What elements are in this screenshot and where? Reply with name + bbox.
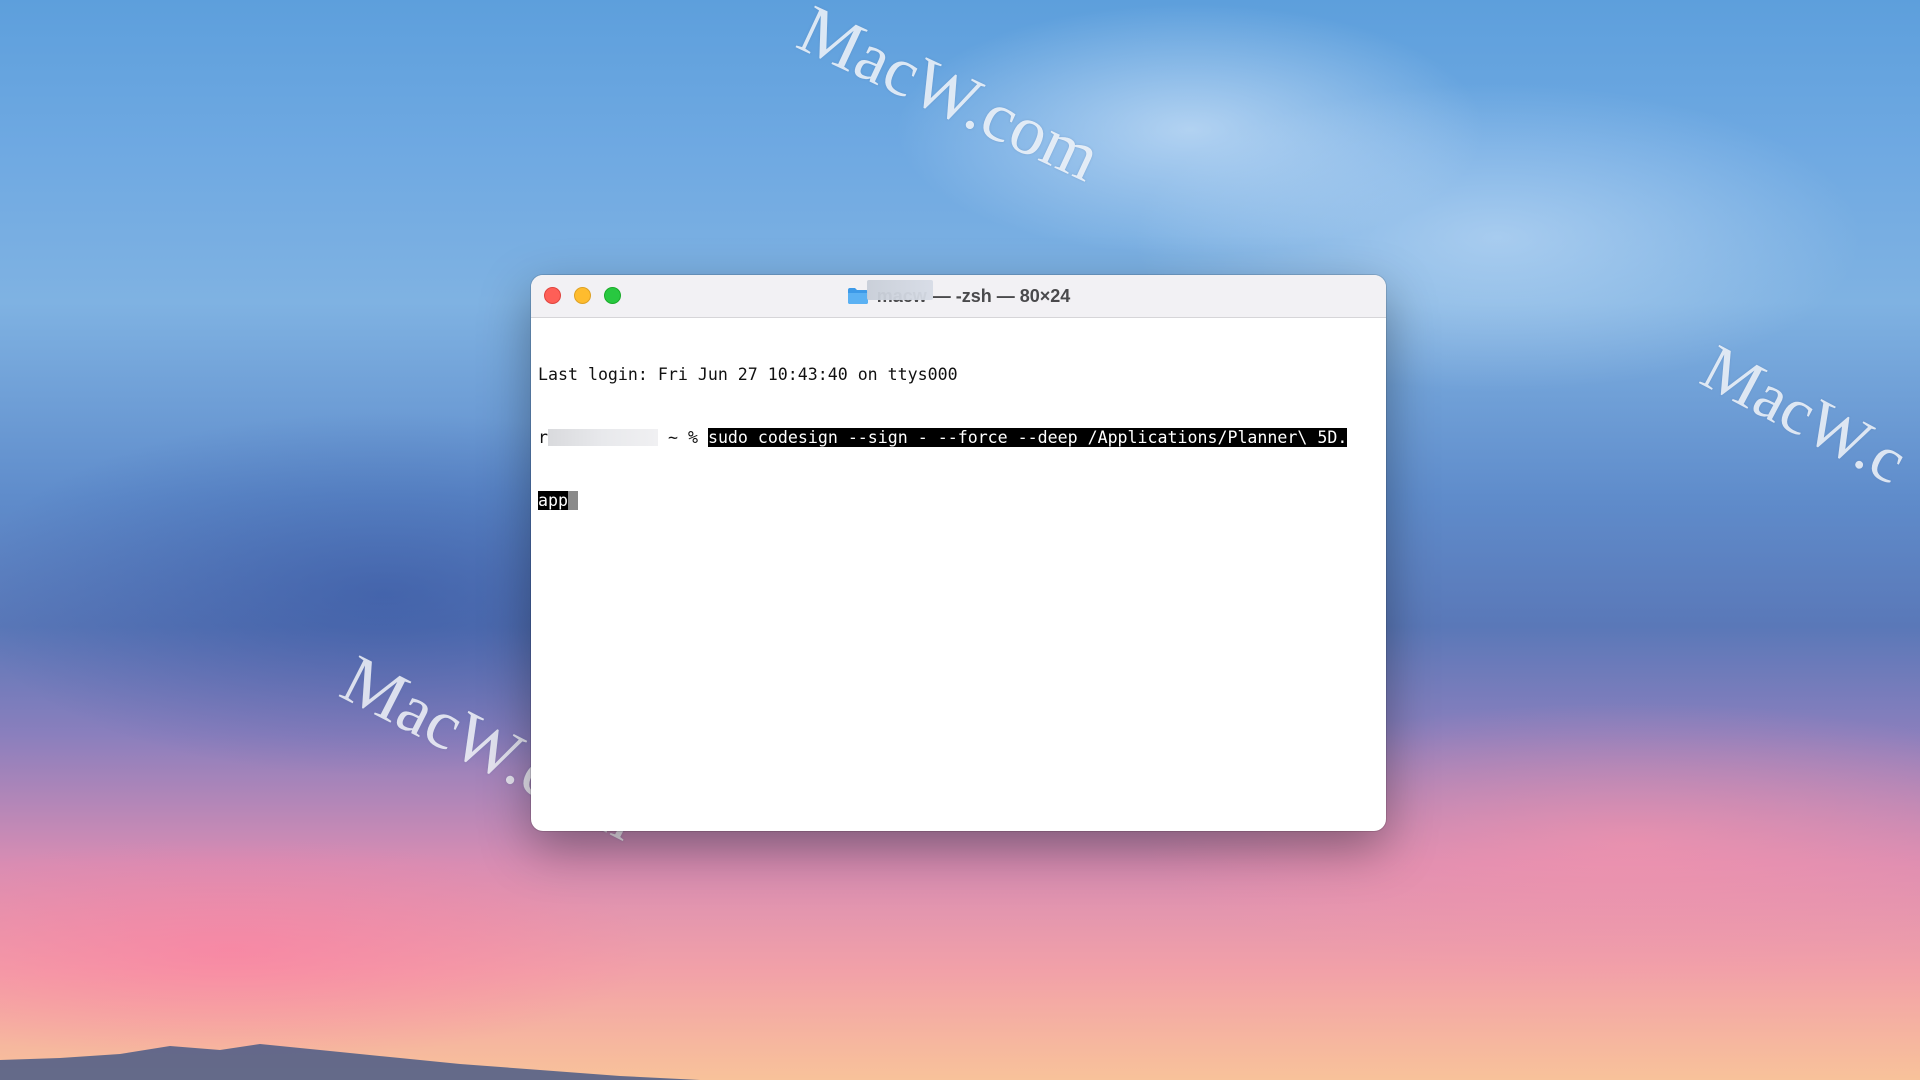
terminal-window[interactable]: macw — -zsh — 80×24 Last login: Fri Jun … (531, 275, 1386, 831)
window-title: macw — -zsh — 80×24 (531, 275, 1386, 317)
selected-command[interactable]: sudo codesign --sign - --force --deep /A… (707, 428, 1348, 447)
title-bar[interactable]: macw — -zsh — 80×24 (531, 275, 1386, 318)
command-continuation-line: app (538, 490, 1379, 511)
mountain-silhouette (0, 1044, 700, 1080)
redaction-blur (866, 279, 933, 300)
prompt-line: r ~ % sudo codesign --sign - --force --d… (538, 427, 1379, 448)
last-login-line: Last login: Fri Jun 27 10:43:40 on ttys0… (538, 365, 958, 384)
watermark-top: MacW.com (787, 0, 1112, 197)
title-text: — -zsh — 80×24 (932, 285, 1071, 306)
prompt-initial: r (538, 428, 548, 447)
selected-command-continuation[interactable]: app (538, 491, 568, 510)
folder-icon (847, 287, 869, 305)
prompt-suffix: ~ % (658, 428, 708, 447)
text-cursor (567, 491, 578, 510)
terminal-content[interactable]: Last login: Fri Jun 27 10:43:40 on ttys0… (531, 318, 1386, 831)
title-username: macw (866, 279, 933, 307)
watermark-right: MacW.c (1690, 330, 1919, 499)
redacted-hostname (548, 429, 658, 446)
